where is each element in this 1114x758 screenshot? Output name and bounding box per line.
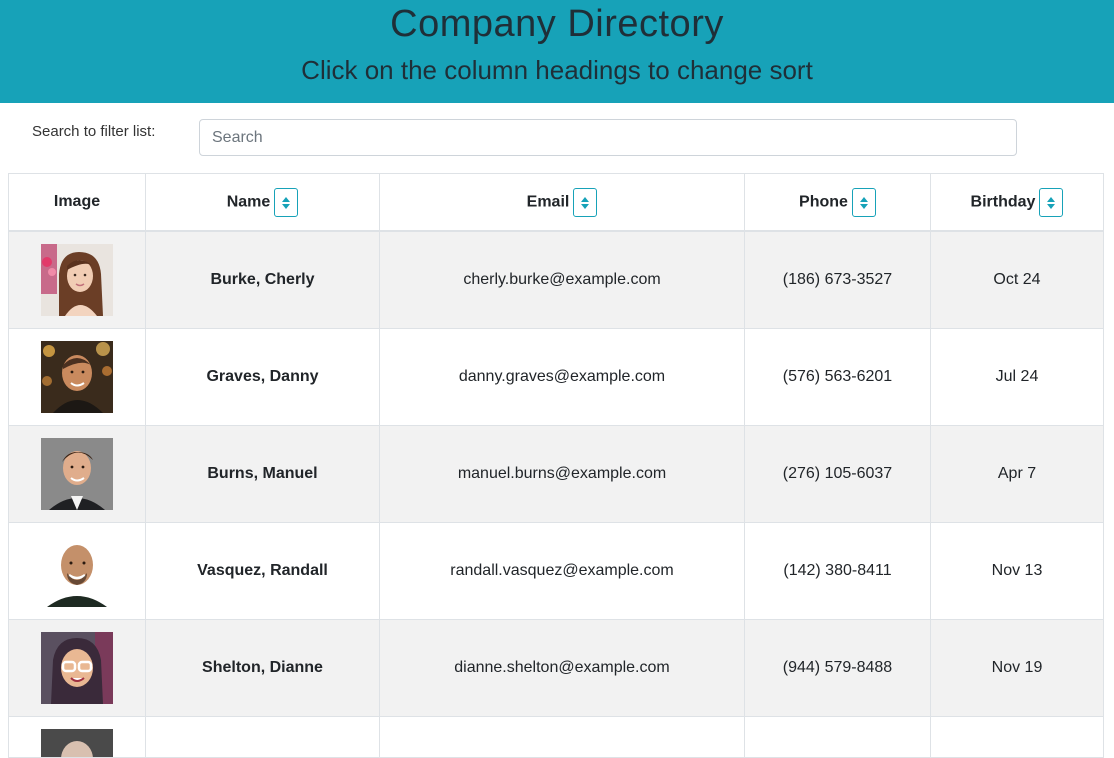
phone-cell: (944) 579-8488 — [744, 619, 931, 717]
table-row: Shelton, Dianne dianne.shelton@example.c… — [8, 619, 1104, 717]
phone-cell: (186) 673-3527 — [744, 230, 931, 329]
avatar-woman-glasses — [41, 632, 113, 704]
image-cell — [8, 619, 146, 717]
table-row: Burns, Manuel manuel.burns@example.com (… — [8, 425, 1104, 523]
sort-up-icon — [282, 196, 291, 202]
avatar-partial — [41, 729, 113, 757]
sort-down-icon — [859, 203, 868, 209]
email-cell — [379, 716, 745, 758]
phone-cell: (576) 563-6201 — [744, 328, 931, 426]
table-row: Burke, Cherly cherly.burke@example.com (… — [8, 230, 1104, 329]
column-header-phone: Phone — [744, 173, 931, 232]
birthday-cell: Jul 24 — [930, 328, 1104, 426]
image-cell — [8, 230, 146, 329]
page-subtitle: Click on the column headings to change s… — [301, 55, 813, 85]
column-header-birthday: Birthday — [930, 173, 1104, 232]
sort-birthday-button[interactable] — [1039, 187, 1064, 217]
birthday-cell: Nov 19 — [930, 619, 1104, 717]
email-cell: manuel.burns@example.com — [379, 425, 745, 523]
sort-up-icon — [1047, 196, 1056, 202]
employee-table: Image Name Email Phone Birthday Burke, C… — [8, 173, 1104, 758]
image-cell — [8, 522, 146, 620]
column-header-label: Image — [53, 193, 101, 210]
avatar-man-night-lights — [41, 341, 113, 413]
birthday-cell: Apr 7 — [930, 425, 1104, 523]
column-header-label: Birthday — [970, 193, 1036, 211]
search-row: Search to filter list: — [0, 103, 1114, 173]
phone-cell: (142) 380-8411 — [744, 522, 931, 620]
avatar-man-suit — [41, 438, 113, 510]
sort-down-icon — [1047, 203, 1056, 209]
email-cell: danny.graves@example.com — [379, 328, 745, 426]
sort-down-icon — [581, 203, 590, 209]
search-label: Search to filter list: — [32, 123, 156, 140]
table-row: Graves, Danny danny.graves@example.com (… — [8, 328, 1104, 426]
column-header-label: Name — [226, 193, 271, 211]
name-cell: Shelton, Dianne — [145, 619, 380, 717]
email-cell: randall.vasquez@example.com — [379, 522, 745, 620]
name-cell: Burke, Cherly — [145, 230, 380, 329]
birthday-cell — [930, 716, 1104, 758]
email-cell: cherly.burke@example.com — [379, 230, 745, 329]
column-header-email: Email — [379, 173, 745, 232]
column-header-image: Image — [8, 173, 146, 232]
search-input[interactable] — [199, 119, 1017, 156]
sort-phone-button[interactable] — [851, 187, 876, 217]
sort-up-icon — [859, 196, 868, 202]
page-title: Company Directory — [390, 3, 724, 45]
sort-down-icon — [282, 203, 291, 209]
table-row: Vasquez, Randall randall.vasquez@example… — [8, 522, 1104, 620]
sort-up-icon — [581, 196, 590, 202]
image-cell — [8, 716, 146, 758]
avatar-man-bald-smiling — [41, 535, 113, 607]
avatar-woman-long-brown-hair — [41, 244, 113, 316]
column-header-label: Email — [526, 193, 570, 211]
name-cell: Burns, Manuel — [145, 425, 380, 523]
phone-cell: (276) 105-6037 — [744, 425, 931, 523]
sort-name-button[interactable] — [274, 187, 299, 217]
sort-email-button[interactable] — [573, 187, 598, 217]
birthday-cell: Oct 24 — [930, 230, 1104, 329]
name-cell: Vasquez, Randall — [145, 522, 380, 620]
image-cell — [8, 328, 146, 426]
birthday-cell: Nov 13 — [930, 522, 1104, 620]
column-header-label: Phone — [799, 193, 848, 211]
table-header-row: Image Name Email Phone Birthday — [8, 173, 1104, 232]
email-cell: dianne.shelton@example.com — [379, 619, 745, 717]
column-header-name: Name — [145, 173, 380, 232]
table-row — [8, 716, 1104, 758]
name-cell: Graves, Danny — [145, 328, 380, 426]
image-cell — [8, 425, 146, 523]
page-header: Company Directory Click on the column he… — [0, 0, 1114, 103]
phone-cell — [744, 716, 931, 758]
name-cell — [145, 716, 380, 758]
